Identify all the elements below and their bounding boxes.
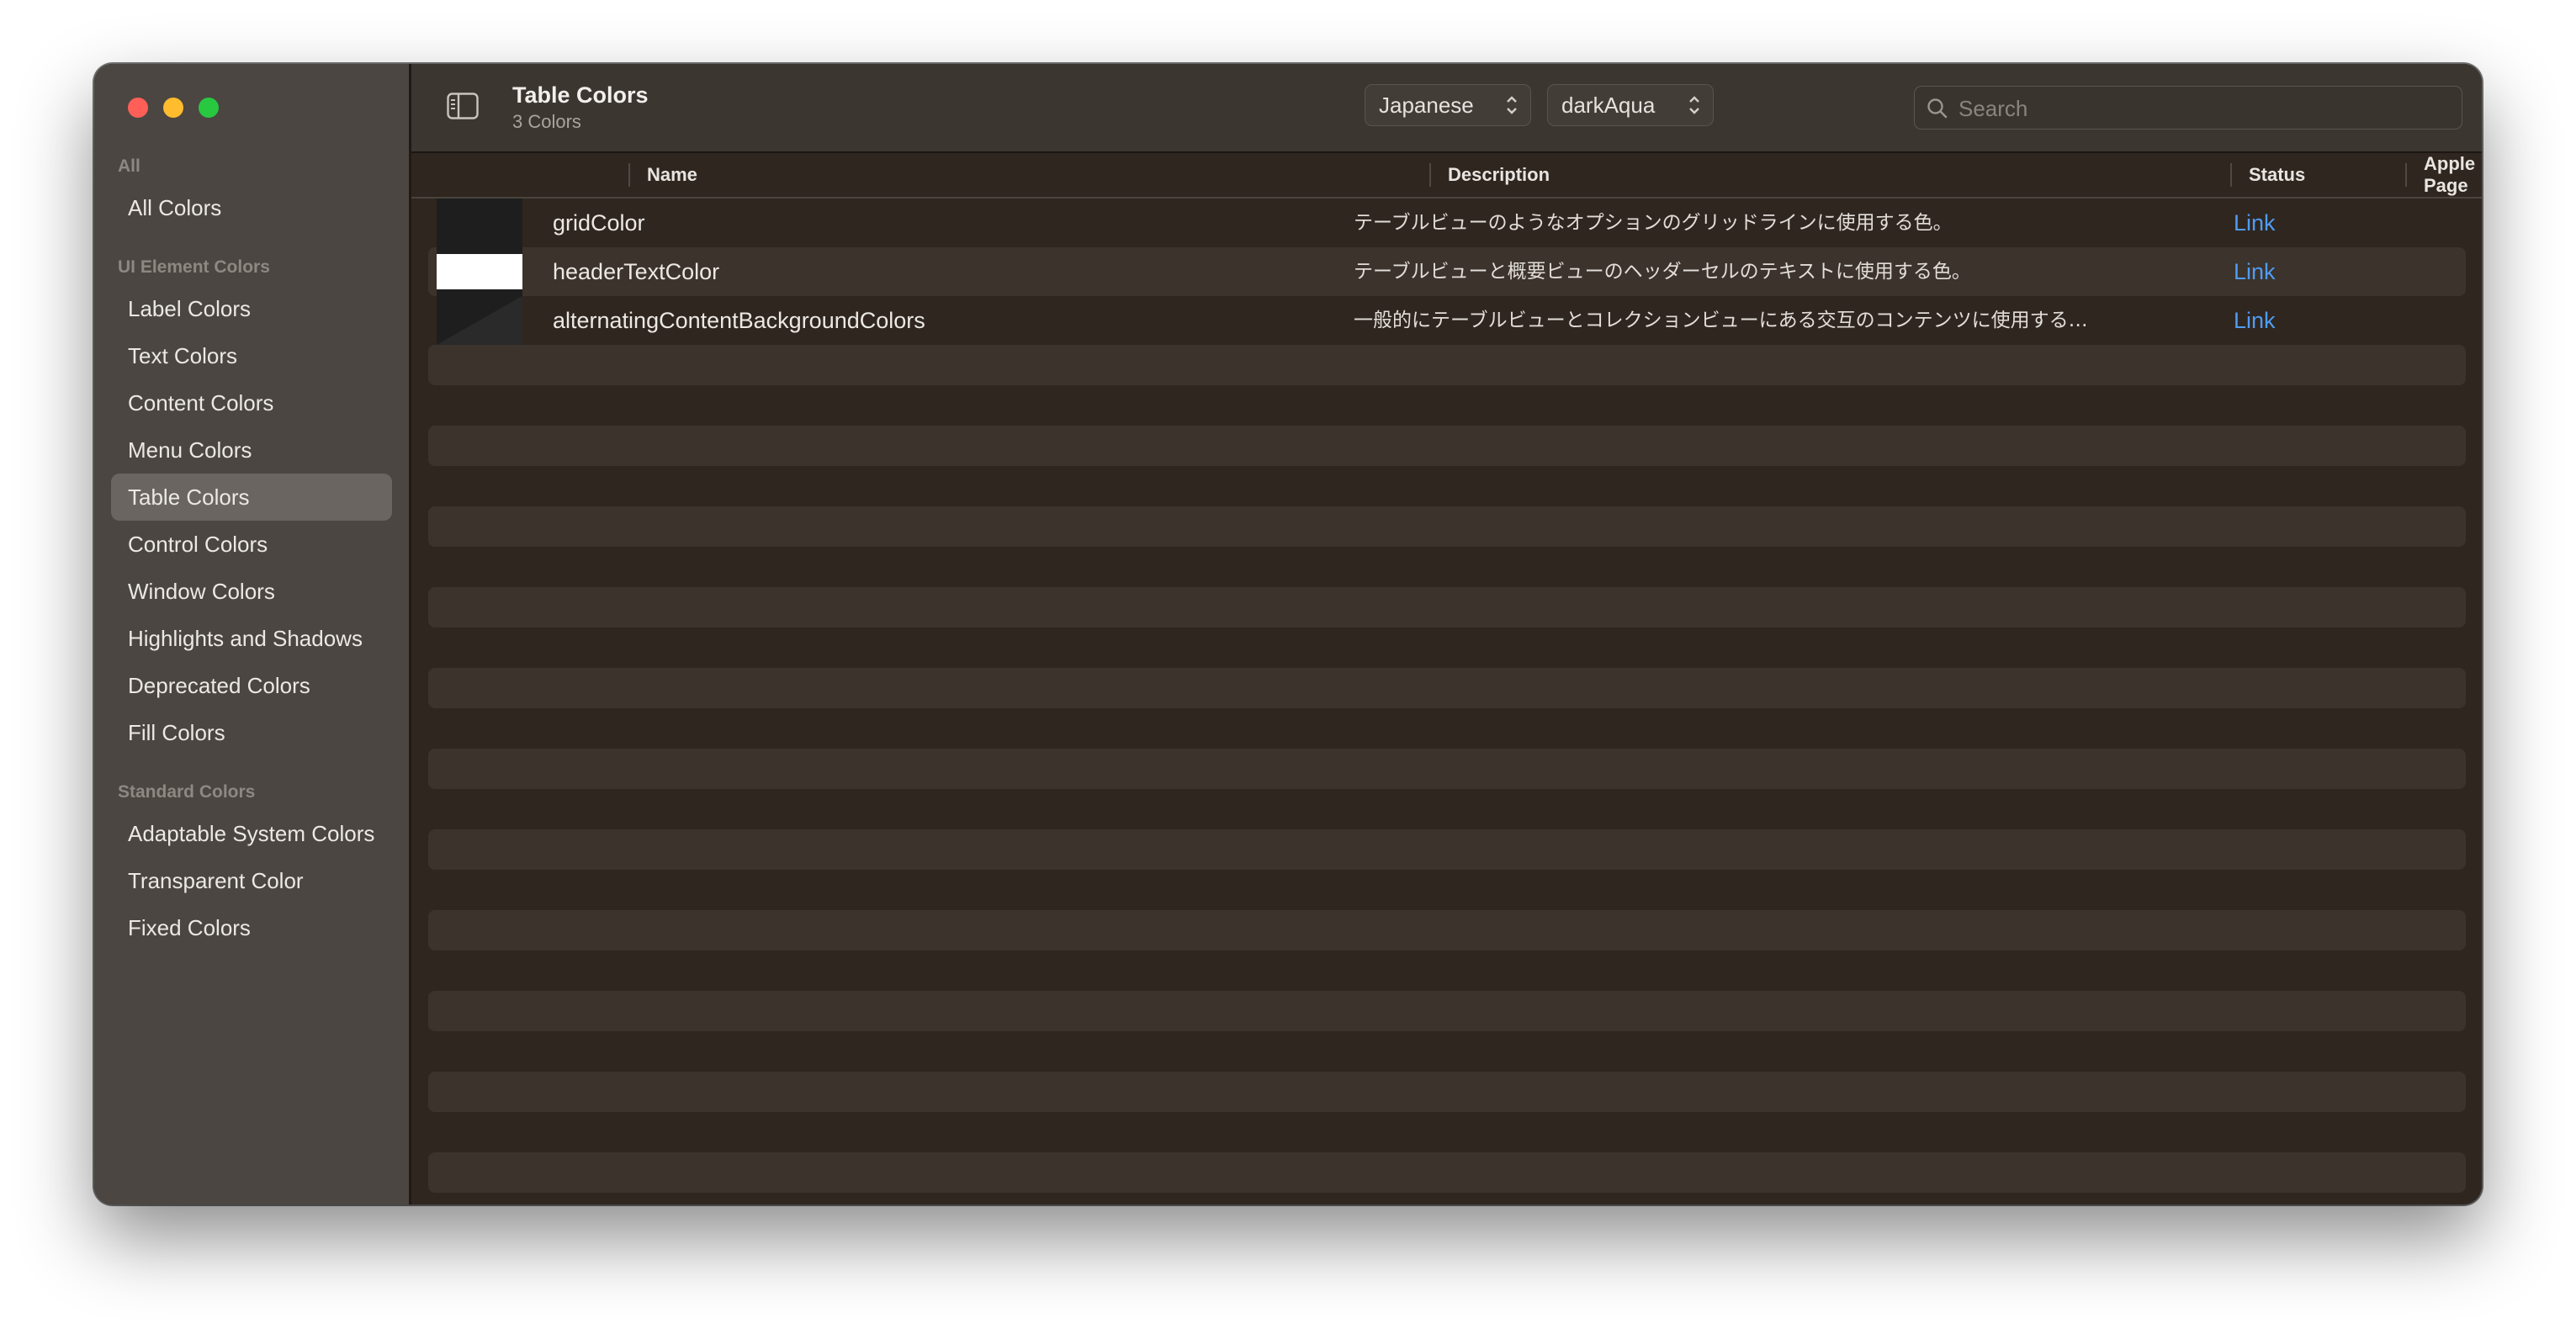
- color-swatch: [437, 199, 522, 247]
- empty-row: [428, 991, 2466, 1031]
- sidebar-item-content-colors[interactable]: Content Colors: [111, 379, 392, 426]
- window-controls: [128, 98, 219, 118]
- column-header-name[interactable]: Name: [630, 153, 697, 197]
- color-name: alternatingContentBackgroundColors: [553, 307, 925, 333]
- empty-row: [428, 506, 2466, 547]
- sidebar-item-label-colors[interactable]: Label Colors: [111, 285, 392, 332]
- sidebar-item-control-colors[interactable]: Control Colors: [111, 521, 392, 568]
- sidebar-section-header-standard-colors: Standard Colors: [118, 782, 256, 802]
- empty-row: [428, 668, 2466, 708]
- sidebar-section-header-all: All: [118, 156, 140, 176]
- empty-row: [428, 1152, 2466, 1193]
- color-swatch: [437, 247, 522, 296]
- column-header-apple-page[interactable]: Apple Page: [2407, 153, 2482, 197]
- search-icon: [1927, 98, 1948, 119]
- sidebar-item-adaptable-system-colors[interactable]: Adaptable System Colors: [111, 810, 392, 857]
- color-description: テーブルビューのようなオプションのグリッドラインに使用する色。: [1354, 212, 1953, 234]
- sidebar-item-highlights-and-shadows[interactable]: Highlights and Shadows: [111, 615, 392, 662]
- close-window-button[interactable]: [128, 98, 148, 118]
- sidebar-item-table-colors[interactable]: Table Colors: [111, 474, 392, 521]
- empty-row: [428, 749, 2466, 789]
- sidebar-item-transparent-color[interactable]: Transparent Color: [111, 857, 392, 904]
- table-header: Name Description Status Apple Page: [411, 153, 2482, 199]
- table-row[interactable]: gridColor テーブルビューのようなオプションのグリッドラインに使用する色…: [428, 199, 2466, 247]
- appearance-popup-value: darkAqua: [1561, 92, 1656, 118]
- language-popup-value: Japanese: [1379, 92, 1474, 118]
- chevron-up-down-icon: [1507, 96, 1517, 114]
- sidebar-item-text-colors[interactable]: Text Colors: [111, 332, 392, 379]
- empty-row: [428, 345, 2466, 385]
- search-field[interactable]: [1914, 86, 2462, 130]
- search-input[interactable]: [1957, 87, 2448, 130]
- sidebar-item-fixed-colors[interactable]: Fixed Colors: [111, 904, 392, 951]
- toolbar: Table Colors 3 Colors Japanese darkAqua: [411, 64, 2482, 153]
- chevron-up-down-icon: [1689, 96, 1699, 114]
- column-header-status[interactable]: Status: [2232, 153, 2305, 197]
- app-window: All All Colors UI Element Colors Label C…: [94, 64, 2482, 1205]
- color-swatch: [437, 296, 522, 345]
- apple-page-link[interactable]: Link: [2234, 199, 2276, 247]
- empty-row: [428, 587, 2466, 627]
- empty-row: [428, 426, 2466, 466]
- sidebar-section-header-ui-element-colors: UI Element Colors: [118, 257, 270, 277]
- color-name: headerTextColor: [553, 258, 720, 284]
- minimize-window-button[interactable]: [163, 98, 183, 118]
- zoom-window-button[interactable]: [199, 98, 219, 118]
- sidebar-item-menu-colors[interactable]: Menu Colors: [111, 426, 392, 474]
- apple-page-link[interactable]: Link: [2234, 296, 2276, 345]
- table-row[interactable]: alternatingContentBackgroundColors 一般的にテ…: [428, 296, 2466, 345]
- empty-row: [428, 910, 2466, 950]
- sidebar-toggle-icon[interactable]: [447, 93, 479, 119]
- color-count: 3 Colors: [512, 111, 581, 132]
- color-description: 一般的にテーブルビューとコレクションビューにある交互のコンテンツに使用する…: [1354, 310, 2088, 331]
- empty-row: [428, 1072, 2466, 1112]
- apple-page-link[interactable]: Link: [2234, 247, 2276, 296]
- sidebar-item-fill-colors[interactable]: Fill Colors: [111, 709, 392, 756]
- table-row[interactable]: headerTextColor テーブルビューと概要ビューのヘッダーセルのテキス…: [428, 247, 2466, 296]
- empty-row: [428, 829, 2466, 870]
- sidebar: All All Colors UI Element Colors Label C…: [94, 64, 411, 1205]
- language-popup[interactable]: Japanese: [1365, 84, 1531, 126]
- sidebar-item-window-colors[interactable]: Window Colors: [111, 568, 392, 615]
- appearance-popup[interactable]: darkAqua: [1547, 84, 1714, 126]
- page-title: Table Colors: [512, 82, 649, 108]
- column-header-description[interactable]: Description: [1431, 153, 1550, 197]
- color-description: テーブルビューと概要ビューのヘッダーセルのテキストに使用する色。: [1354, 261, 1971, 283]
- sidebar-item-deprecated-colors[interactable]: Deprecated Colors: [111, 662, 392, 709]
- color-name: gridColor: [553, 209, 645, 236]
- main-content: Table Colors 3 Colors Japanese darkAqua: [411, 64, 2482, 1205]
- sidebar-item-all-colors[interactable]: All Colors: [111, 184, 392, 231]
